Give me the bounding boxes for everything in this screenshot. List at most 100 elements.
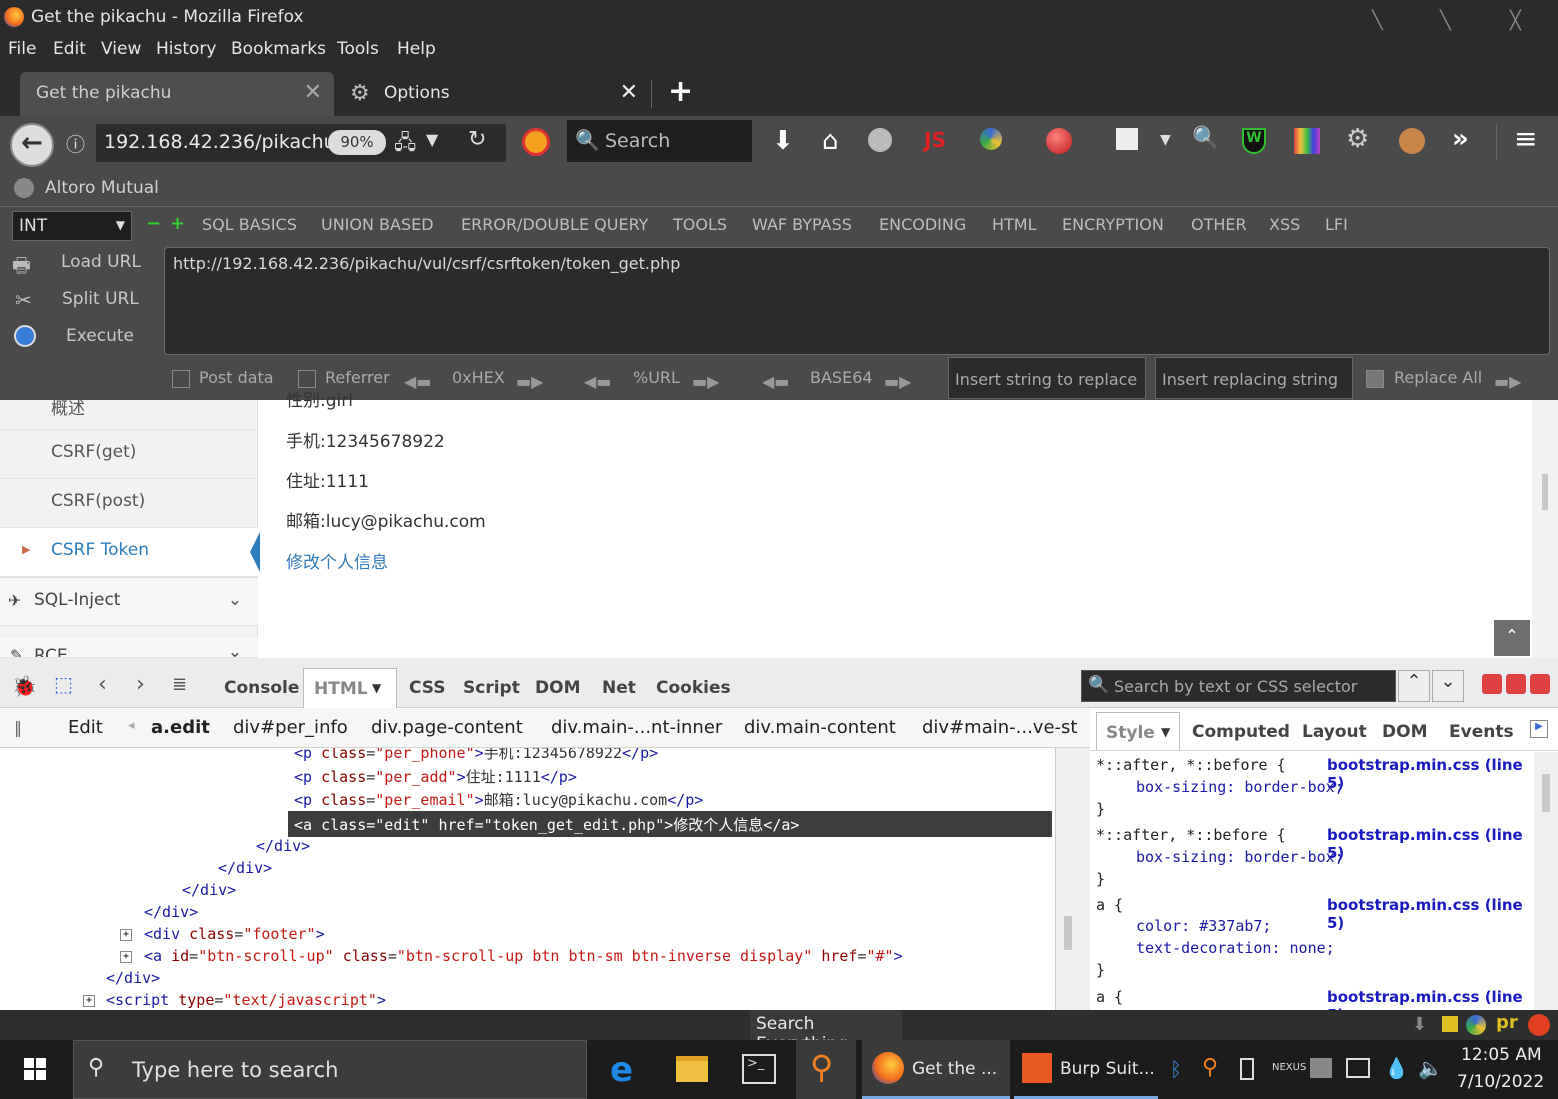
- hackbar-menu-union-based[interactable]: UNION BASED: [321, 215, 434, 234]
- bluetooth-icon[interactable]: ᛒ: [1170, 1057, 1182, 1081]
- edit-profile-link[interactable]: 修改个人信息: [286, 548, 388, 573]
- new-tab-icon[interactable]: +: [668, 74, 693, 109]
- back-button[interactable]: ←: [10, 123, 54, 167]
- side-tab-dom[interactable]: DOM: [1382, 722, 1427, 742]
- crumb-div-main-content-inner[interactable]: div.main-...nt-inner: [551, 717, 722, 738]
- replace-all-checkbox[interactable]: [1366, 370, 1384, 388]
- foxyproxy-icon[interactable]: [1466, 1015, 1486, 1035]
- url-bar[interactable]: ⓘ 192.168.42.236/pikachu 90% 🖧 ▼ ↻: [66, 124, 506, 162]
- hackbar-url-textarea[interactable]: http://192.168.42.236/pikachu/vul/csrf/c…: [164, 247, 1550, 355]
- network-drive-icon[interactable]: 🖧: [394, 128, 416, 162]
- wappalyzer-shield-icon[interactable]: W: [1242, 128, 1266, 154]
- usb-icon[interactable]: [1240, 1058, 1254, 1080]
- command-line-icon[interactable]: ≣: [172, 674, 187, 695]
- panel-html-tab[interactable]: HTML ▼: [303, 668, 397, 709]
- edge-icon[interactable]: e: [610, 1050, 633, 1090]
- hackbar-menu-other[interactable]: OTHER: [1191, 215, 1247, 234]
- menu-view[interactable]: View: [101, 39, 141, 59]
- replace-icon[interactable]: ▬▶: [1494, 372, 1521, 391]
- crumb-a-edit[interactable]: a.edit: [151, 717, 210, 738]
- crumb-div-page-content[interactable]: div.page-content: [371, 717, 523, 738]
- search-next-button[interactable]: ⌄: [1432, 670, 1464, 702]
- execute-button[interactable]: Execute: [66, 326, 134, 346]
- chevron-down-icon[interactable]: ▼: [426, 130, 438, 149]
- css-declaration[interactable]: box-sizing: border-box;: [1136, 778, 1344, 796]
- panel-console[interactable]: Console: [224, 678, 299, 698]
- type-select[interactable]: INT ▼: [12, 211, 132, 241]
- close-window-icon[interactable]: ╳: [1510, 10, 1532, 31]
- terminal-icon[interactable]: >_: [742, 1054, 776, 1084]
- chevron-left-icon[interactable]: ‹: [98, 672, 107, 697]
- hackbar-menu-lfi[interactable]: LFI: [1325, 215, 1348, 234]
- reload-icon[interactable]: ↻: [468, 127, 486, 152]
- css-rule-source-link[interactable]: bootstrap.min.css (line 5): [1327, 826, 1534, 862]
- insert-string-input[interactable]: Insert string to replace: [948, 357, 1146, 399]
- taskbar-app-firefox[interactable]: Get the ...: [862, 1040, 1010, 1099]
- devtools-search-input[interactable]: 🔍 Search by text or CSS selector: [1081, 670, 1396, 702]
- expand-icon[interactable]: +: [83, 995, 95, 1007]
- html-pane-scrollbar[interactable]: [1055, 748, 1090, 1010]
- firebug-icon[interactable]: 🐞: [12, 674, 37, 698]
- menu-history[interactable]: History: [156, 39, 216, 59]
- notes-icon[interactable]: [1442, 1016, 1458, 1032]
- cookie-icon[interactable]: [1399, 128, 1425, 154]
- css-rule-source-link[interactable]: bootstrap.min.css (line 5): [1327, 756, 1534, 792]
- css-declaration[interactable]: text-decoration: none;: [1136, 939, 1335, 957]
- panel-cookies[interactable]: Cookies: [656, 678, 731, 698]
- panel-dom[interactable]: DOM: [535, 678, 580, 698]
- hamburger-menu-icon[interactable]: ≡: [1514, 122, 1537, 155]
- split-url-button[interactable]: Split URL: [62, 289, 139, 309]
- page-scrollbar[interactable]: [1532, 400, 1558, 658]
- tree-node-p-email[interactable]: <p class="per_email">邮箱:lucy@pikachu.com…: [294, 789, 703, 810]
- hex-encode-icon[interactable]: ▬▶: [516, 372, 543, 391]
- clock-time[interactable]: 12:05 AM: [1461, 1045, 1542, 1065]
- menu-help[interactable]: Help: [397, 39, 436, 59]
- side-tab-style[interactable]: Style ▼: [1096, 712, 1180, 750]
- minimize-devtools-icon[interactable]: [1482, 674, 1502, 694]
- scroll-up-button[interactable]: ⌃: [1494, 620, 1530, 656]
- download-icon[interactable]: ⬇: [772, 126, 794, 156]
- hackbar-menu-html[interactable]: HTML: [992, 215, 1037, 234]
- base64-encode-icon[interactable]: ▬▶: [884, 372, 911, 391]
- tree-node-p-add[interactable]: <p class="per_add">住址:1111</p>: [294, 766, 577, 787]
- crumb-div-per-info[interactable]: div#per_info: [233, 717, 348, 738]
- download-arrow-icon[interactable]: ⬇: [1412, 1014, 1427, 1035]
- hackbar-menu-xss[interactable]: XSS: [1269, 215, 1300, 234]
- water-drop-icon[interactable]: 💧: [1384, 1056, 1409, 1080]
- tree-node-a-scroll-up[interactable]: <a id="btn-scroll-up" class="btn-scroll-…: [144, 947, 903, 965]
- plus-icon[interactable]: +: [170, 213, 185, 234]
- expand-icon[interactable]: +: [120, 929, 132, 941]
- expand-icon[interactable]: +: [120, 951, 132, 963]
- hackbar-menu-error-double-query[interactable]: ERROR/DOUBLE QUERY: [461, 215, 648, 234]
- minimize-icon[interactable]: ╲: [1372, 10, 1394, 31]
- hackbar-menu-sql-basics[interactable]: SQL BASICS: [202, 215, 297, 234]
- url-decode-icon[interactable]: ◀▬: [584, 372, 611, 391]
- noscript-icon[interactable]: [522, 128, 550, 156]
- js-switch-icon[interactable]: JS: [924, 128, 946, 152]
- base64-decode-icon[interactable]: ◀▬: [762, 372, 789, 391]
- hackbar-menu-tools[interactable]: TOOLS: [673, 215, 727, 234]
- crumb-scroll-left-icon[interactable]: ◂: [128, 718, 135, 733]
- close-tab-icon[interactable]: ✕: [620, 80, 638, 105]
- tree-node-p-phone[interactable]: <p class="per_phone">手机:12345678922</p>: [294, 748, 658, 763]
- menu-bookmarks[interactable]: Bookmarks: [231, 39, 326, 59]
- side-tab-layout[interactable]: Layout: [1302, 722, 1367, 742]
- side-tabs-more-icon[interactable]: ▶: [1530, 720, 1548, 738]
- start-button[interactable]: [0, 1040, 72, 1099]
- load-url-button[interactable]: Load URL: [61, 252, 141, 272]
- crumb-div-main-content[interactable]: div.main-content: [744, 717, 896, 738]
- side-tab-events[interactable]: Events: [1449, 722, 1514, 742]
- tree-node-script[interactable]: <script type="text/javascript">: [106, 991, 386, 1009]
- zoom-level-badge[interactable]: 90%: [328, 130, 386, 155]
- hackbar-menu-encoding[interactable]: ENCODING: [879, 215, 966, 234]
- detach-devtools-icon[interactable]: [1506, 674, 1526, 694]
- close-devtools-icon[interactable]: [1530, 674, 1550, 694]
- page-scrollbar-thumb[interactable]: [1542, 474, 1548, 510]
- clock-date[interactable]: 7/10/2022: [1457, 1072, 1544, 1092]
- menu-tools[interactable]: Tools: [337, 39, 379, 59]
- hex-decode-icon[interactable]: ◀▬: [404, 372, 431, 391]
- menu-edit[interactable]: Edit: [53, 39, 86, 59]
- sidebar-item-overview[interactable]: 概述: [0, 380, 258, 430]
- zoom-search-icon[interactable]: 🔍: [1192, 126, 1219, 151]
- minus-icon[interactable]: −: [146, 213, 161, 234]
